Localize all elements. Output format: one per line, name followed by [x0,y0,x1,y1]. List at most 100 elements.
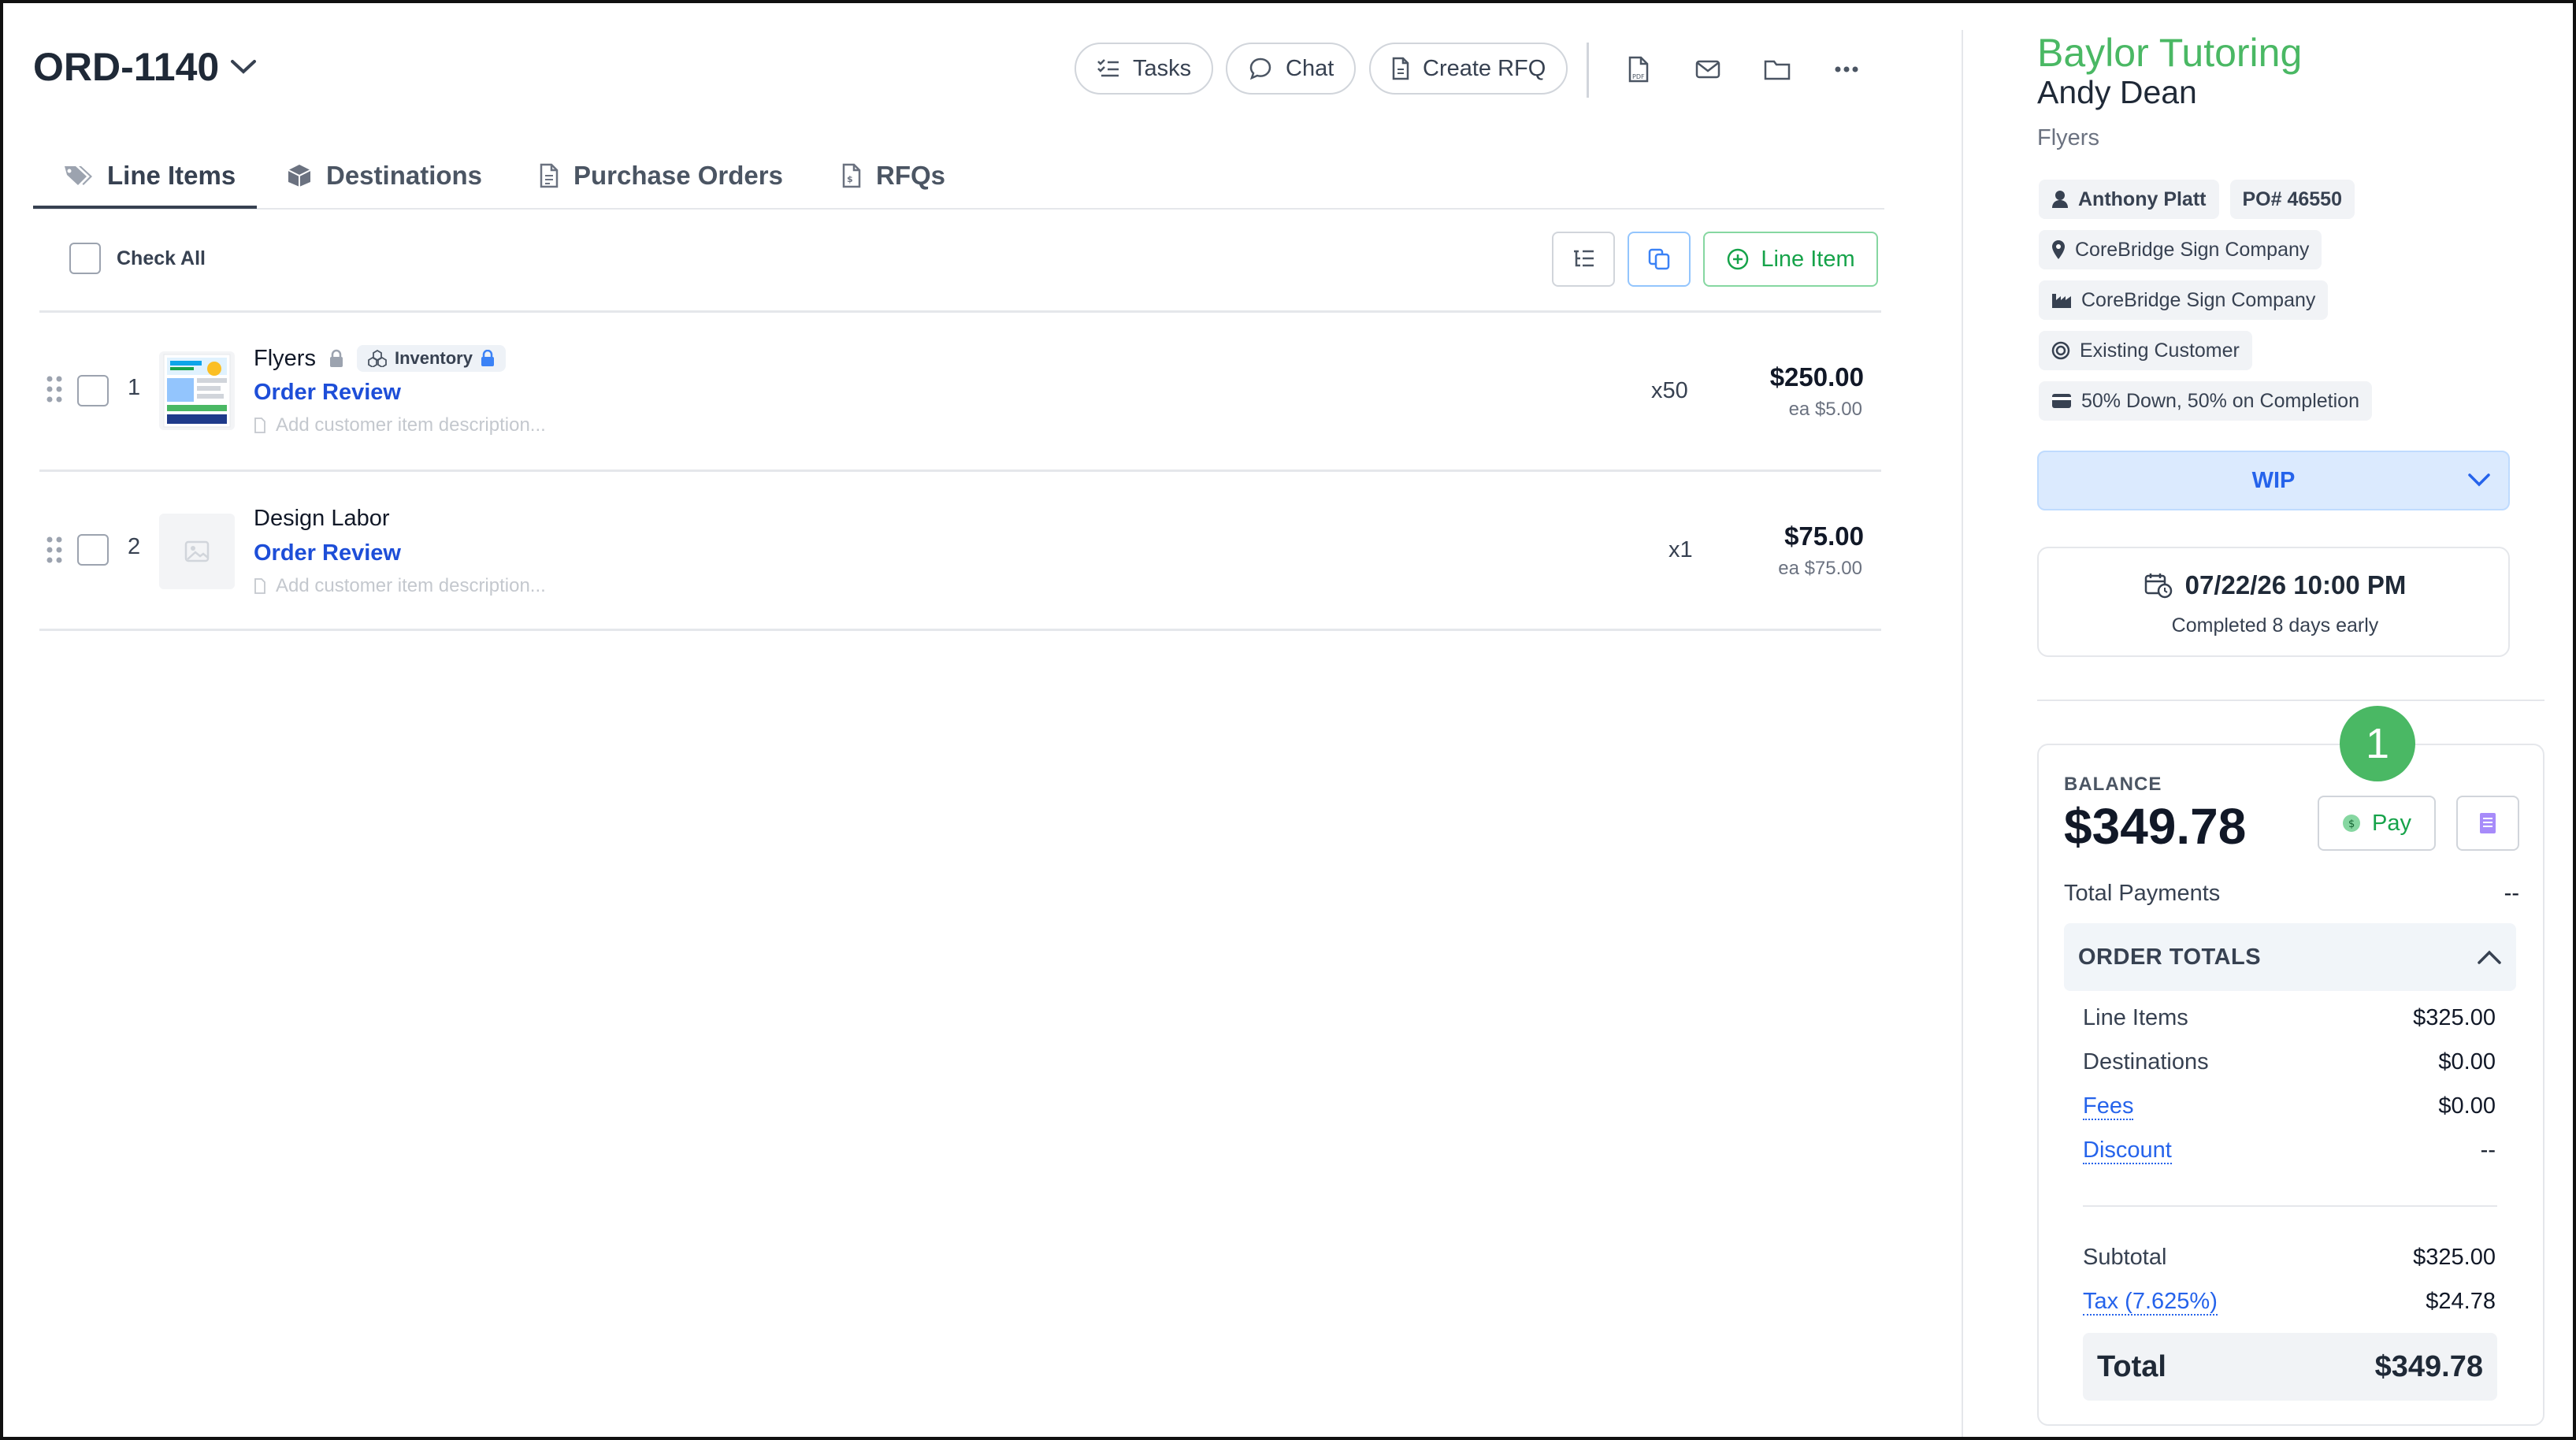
user-icon [2051,190,2069,209]
create-rfq-button[interactable]: Create RFQ [1369,43,1568,95]
discount-value: -- [2480,1138,2496,1163]
check-all-label: Check All [117,247,206,269]
inventory-label: Inventory [394,348,473,368]
tabs-divider [33,208,1884,210]
table-row[interactable]: 2 Design Labor Order Review Add customer… [39,471,1881,629]
target-icon [2051,341,2070,360]
customer-type: Existing Customer [2080,339,2240,362]
tab-rfqs-label: RFQs [876,161,946,190]
copy-button[interactable] [1628,232,1691,287]
payment-terms: 50% Down, 50% on Completion [2081,389,2359,412]
pdf-icon[interactable]: PDF [1615,46,1662,93]
chat-label: Chat [1286,55,1334,81]
balance-card: BALANCE $349.78 $ Pay Total Payments -- [2037,744,2544,1426]
svg-text:$: $ [2348,818,2355,830]
tasks-icon [1097,58,1120,79]
image-placeholder-icon [159,514,235,589]
row-checkbox[interactable] [77,375,109,406]
item-description-field[interactable]: Add customer item description... [254,575,546,597]
document-icon [1391,57,1410,80]
line-item-each-price: ea $5.00 [1788,399,1862,420]
table-row[interactable]: 1 Flyers Inventory Order Review Add cust… [39,312,1881,469]
row-number: 2 [128,534,141,559]
divider [39,629,1881,631]
create-rfq-label: Create RFQ [1423,55,1546,81]
tab-destinations-label: Destinations [326,161,483,190]
chat-button[interactable]: Chat [1226,43,1357,95]
tax-label: Tax (7.625%) [2083,1289,2218,1316]
payment-terms-chip[interactable]: 50% Down, 50% on Completion [2039,381,2372,421]
line-item-each-price: ea $75.00 [1778,558,1862,579]
add-line-item-button[interactable]: Line Item [1703,232,1878,287]
tasks-label: Tasks [1133,55,1192,81]
tab-purchase-orders[interactable]: Purchase Orders [539,148,783,203]
credit-card-icon [2051,393,2072,409]
tasks-button[interactable]: Tasks [1075,43,1214,95]
list-tree-icon [1572,249,1595,269]
mail-icon[interactable] [1684,46,1732,93]
item-description-placeholder: Add customer item description... [276,575,546,596]
line-item-status[interactable]: Order Review [254,380,401,406]
document-icon [254,578,266,594]
tab-rfqs[interactable]: $ RFQs [841,148,945,203]
inventory-badge: Inventory [356,345,506,372]
svg-text:$: $ [847,174,853,184]
calendar-clock-icon [2144,572,2173,599]
tax-link[interactable]: Tax (7.625%) [2083,1289,2218,1316]
division-chip[interactable]: CoreBridge Sign Company [2039,280,2329,320]
destinations-total-label: Destinations [2083,1049,2209,1074]
po-chip[interactable]: PO# 46550 [2229,180,2355,219]
svg-text:PDF: PDF [1632,73,1645,80]
box-icon [287,163,312,188]
status-value: WIP [2251,467,2296,493]
tab-line-items[interactable]: Line Items [63,148,236,203]
product-thumbnail [159,351,235,430]
total-label: Total [2097,1349,2166,1383]
contact-name[interactable]: Andy Dean [2037,74,2197,111]
tab-purchase-orders-label: Purchase Orders [573,161,783,190]
check-all-checkbox[interactable] [69,243,101,274]
line-item-title[interactable]: Flyers [254,346,316,372]
due-date-value: 07/22/26 10:00 PM [2184,570,2407,599]
location-chip[interactable]: CoreBridge Sign Company [2039,230,2322,269]
more-icon[interactable] [1823,46,1870,93]
employee-chip[interactable]: Anthony Platt [2039,180,2219,219]
item-description-field[interactable]: Add customer item description... [254,414,546,436]
discount-label: Discount [2083,1138,2172,1164]
company-name[interactable]: Baylor Tutoring [2037,30,2302,76]
copy-icon [1647,247,1671,271]
order-menu-chevron-icon[interactable] [230,58,257,76]
order-totals-toggle[interactable]: ORDER TOTALS [2064,923,2516,991]
list-view-button[interactable] [1552,232,1615,287]
discount-link[interactable]: Discount [2083,1138,2172,1164]
folder-icon[interactable] [1754,46,1801,93]
employee-name: Anthony Platt [2078,187,2207,210]
status-dropdown[interactable]: WIP [2037,451,2510,510]
drag-handle-icon[interactable] [46,375,63,403]
fees-label: Fees [2083,1093,2134,1120]
due-date-card[interactable]: 07/22/26 10:00 PM Completed 8 days early [2037,547,2510,657]
tab-line-items-label: Line Items [107,161,236,190]
line-item-status[interactable]: Order Review [254,540,401,566]
chevron-up-icon [2477,949,2502,965]
customer-type-chip[interactable]: Existing Customer [2039,331,2252,370]
fees-link[interactable]: Fees [2083,1093,2134,1120]
subtotal-label: Subtotal [2083,1245,2167,1270]
map-pin-icon [2051,239,2066,260]
pay-button[interactable]: $ Pay [2318,796,2436,851]
total-value: $349.78 [2374,1349,2483,1383]
tab-destinations[interactable]: Destinations [287,148,482,203]
line-item-qty: x1 [1668,537,1693,562]
total-payments-value: -- [2504,881,2519,906]
check-all[interactable]: Check All [69,243,206,274]
document-icon [539,163,559,188]
balance-label: BALANCE [2064,774,2162,795]
drag-handle-icon[interactable] [46,536,63,564]
tax-value: $24.78 [2426,1289,2496,1314]
invoice-button[interactable] [2456,796,2519,851]
destinations-total-value: $0.00 [2438,1049,2496,1074]
pay-label: Pay [2372,810,2411,836]
line-item-title[interactable]: Design Labor [254,506,390,532]
rfq-document-icon: $ [841,163,862,188]
row-checkbox[interactable] [77,534,109,566]
